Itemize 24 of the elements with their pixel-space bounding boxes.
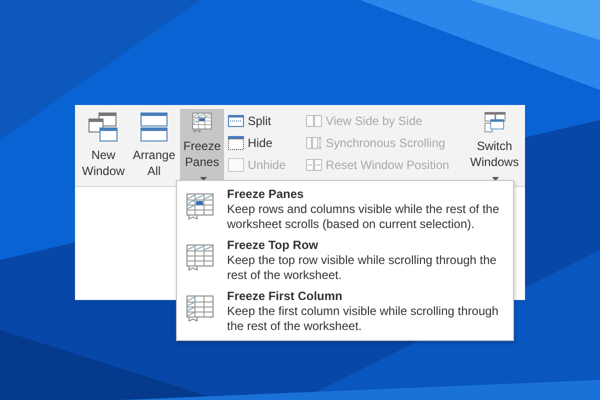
- stacked-windows-icon: [138, 111, 170, 143]
- scroll-pages-icon: [306, 136, 322, 150]
- menu-item-title: Freeze First Column: [227, 289, 344, 304]
- ribbon-button[interactable]: Hide: [226, 133, 288, 153]
- hidden-window-icon: [228, 136, 244, 150]
- two-pages-icon: [306, 114, 322, 128]
- menu-item-title: Freeze Panes: [227, 187, 305, 202]
- ribbon-button[interactable]: Split: [226, 111, 288, 131]
- reset-pages-icon: [306, 158, 322, 172]
- menu-item[interactable]: Freeze Panes Keep rows and columns visible while the rest of the worksheet scrolls (based on current selection).: [177, 185, 513, 234]
- split-icon: [228, 114, 244, 128]
- windows-icon: [87, 111, 120, 143]
- window-icon: [228, 158, 244, 172]
- menu-item-title: Freeze Top Row: [227, 238, 320, 253]
- menu-item[interactable]: Freeze Top Row Keep the top row visible while scrolling through the rest of the worksheet.: [177, 236, 513, 285]
- menu-item[interactable]: Freeze First Column Keep the first column visible while scrolling through the rest of the worksheet.: [177, 287, 513, 336]
- grid-icon: [185, 242, 215, 272]
- menu-item-description: Keep rows and columns visible while the rest of the worksheet scrolls (based on current selection).: [227, 202, 500, 232]
- grid-icon: [185, 191, 215, 221]
- menu-item-description: Keep the first column visible while scrolling through the rest of the worksheet.: [227, 304, 500, 334]
- ribbon-button[interactable]: New Window: [79, 109, 128, 186]
- ribbon-button[interactable]: Arrange All: [130, 109, 178, 186]
- grid-icon: [185, 293, 215, 323]
- menu-item-description: Keep the top row visible while scrolling through the rest of the worksheet.: [227, 253, 498, 283]
